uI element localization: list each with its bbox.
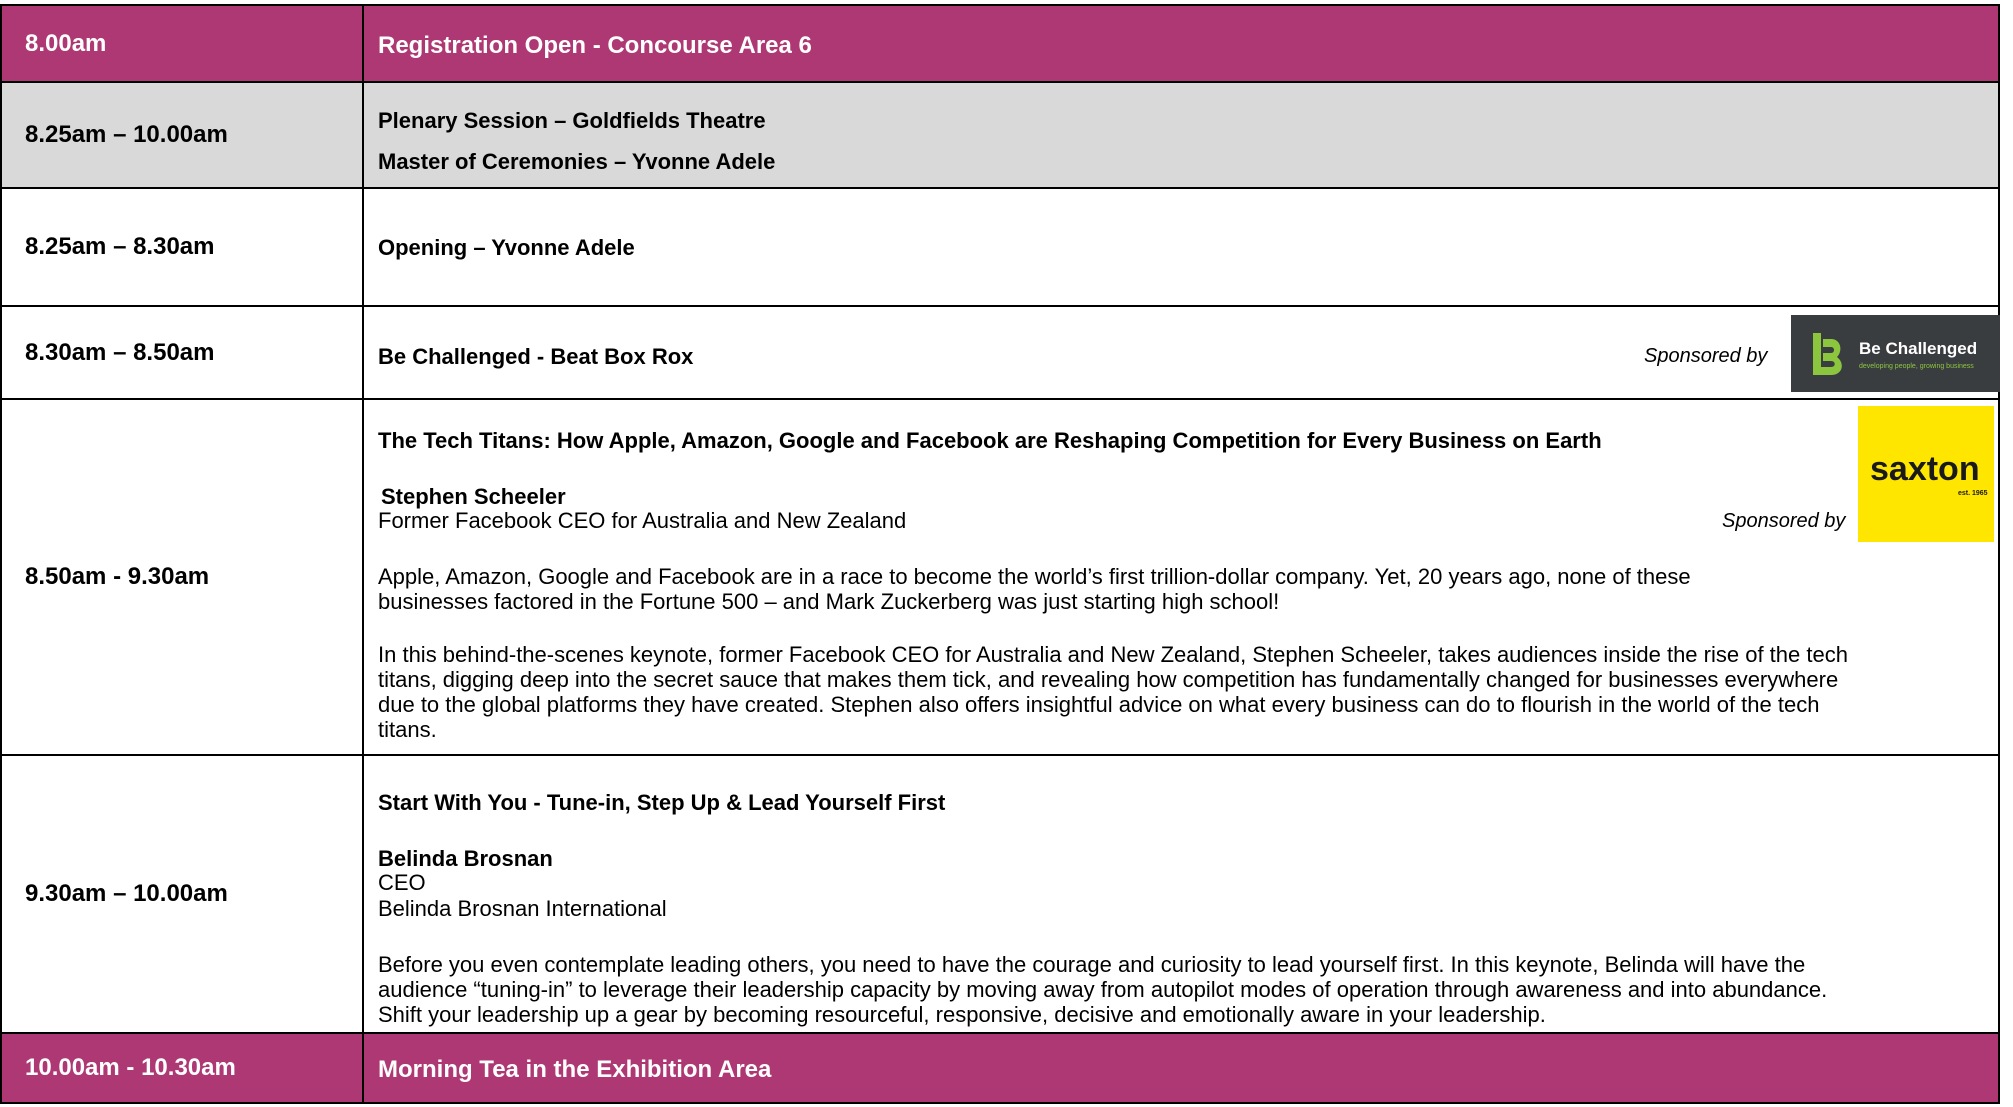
speaker-role: CEO — [378, 870, 426, 895]
agenda-row-plenary: 8.25am – 10.00am Plenary Session – Goldf… — [0, 81, 2000, 189]
description-line: Apple, Amazon, Google and Facebook are i… — [378, 564, 1691, 589]
logo-tagline: developing people, growing business — [1859, 363, 1974, 370]
session-title: Opening – Yvonne Adele — [378, 235, 635, 260]
agenda-row-registration: 8.00am Registration Open - Concourse Are… — [0, 4, 2000, 83]
be-challenged-logo: Be Challenged developing people, growing… — [1791, 315, 2000, 392]
agenda-row-tech-titans: 8.50am - 9.30am The Tech Titans: How App… — [0, 398, 2000, 756]
session-title: Registration Open - Concourse Area 6 — [378, 32, 812, 59]
session-time: 9.30am – 10.00am — [2, 756, 364, 1032]
logo-text: Be Challenged — [1859, 339, 1978, 358]
session-content: Opening – Yvonne Adele — [364, 189, 1998, 305]
description-line: businesses factored in the Fortune 500 –… — [378, 589, 1280, 614]
be-challenged-logo-icon — [1813, 333, 1842, 375]
session-title: Plenary Session – Goldfields Theatre — [378, 108, 766, 133]
agenda-row-be-challenged: 8.30am – 8.50am Be Challenged - Beat Box… — [0, 305, 2000, 400]
description-line: due to the global platforms they have cr… — [378, 692, 1820, 717]
session-content: The Tech Titans: How Apple, Amazon, Goog… — [364, 400, 1998, 754]
session-content: Start With You - Tune-in, Step Up & Lead… — [364, 756, 1998, 1032]
session-time: 8.00am — [2, 6, 364, 81]
session-time: 10.00am - 10.30am — [2, 1034, 364, 1102]
speaker-org: Belinda Brosnan International — [378, 896, 667, 921]
session-subtitle: Master of Ceremonies – Yvonne Adele — [378, 149, 776, 174]
session-content: Plenary Session – Goldfields Theatre Mas… — [364, 83, 1998, 187]
session-content: Morning Tea in the Exhibition Area — [364, 1034, 1998, 1102]
description-line: In this behind-the-scenes keynote, forme… — [378, 642, 1848, 667]
description-line: audience “tuning-in” to leverage their l… — [378, 977, 1828, 1002]
speaker-role: Former Facebook CEO for Australia and Ne… — [378, 508, 907, 533]
session-time: 8.25am – 10.00am — [2, 83, 364, 187]
sponsor-label: Sponsored by — [1722, 510, 1846, 532]
agenda-row-morning-tea: 10.00am - 10.30am Morning Tea in the Exh… — [0, 1032, 2000, 1104]
saxton-logo: saxton est. 1965 — [1858, 406, 1994, 542]
session-title: Morning Tea in the Exhibition Area — [378, 1056, 772, 1083]
logo-text: saxton — [1870, 450, 1980, 488]
session-time: 8.25am – 8.30am — [2, 189, 364, 305]
session-title: Be Challenged - Beat Box Rox — [378, 344, 694, 369]
session-content: Be Challenged - Beat Box Rox Sponsored b… — [364, 307, 2000, 398]
agenda-row-opening: 8.25am – 8.30am Opening – Yvonne Adele — [0, 187, 2000, 307]
description-line: titans, digging deep into the secret sau… — [378, 667, 1839, 692]
description-line: Shift your leadership up a gear by becom… — [378, 1002, 1546, 1027]
session-time: 8.50am - 9.30am — [2, 400, 364, 754]
session-time: 8.30am – 8.50am — [2, 307, 364, 398]
logo-sub: est. 1965 — [1958, 490, 1988, 497]
session-title: The Tech Titans: How Apple, Amazon, Goog… — [378, 428, 1602, 453]
session-title: Start With You - Tune-in, Step Up & Lead… — [378, 790, 946, 815]
description-line: Before you even contemplate leading othe… — [378, 952, 1806, 977]
speaker-name: Stephen Scheeler — [381, 484, 566, 509]
description-line: titans. — [378, 717, 437, 742]
agenda-row-start-with-you: 9.30am – 10.00am Start With You - Tune-i… — [0, 754, 2000, 1034]
session-content: Registration Open - Concourse Area 6 — [364, 6, 1998, 81]
speaker-name: Belinda Brosnan — [378, 846, 553, 871]
sponsor-label: Sponsored by — [1644, 345, 1768, 367]
